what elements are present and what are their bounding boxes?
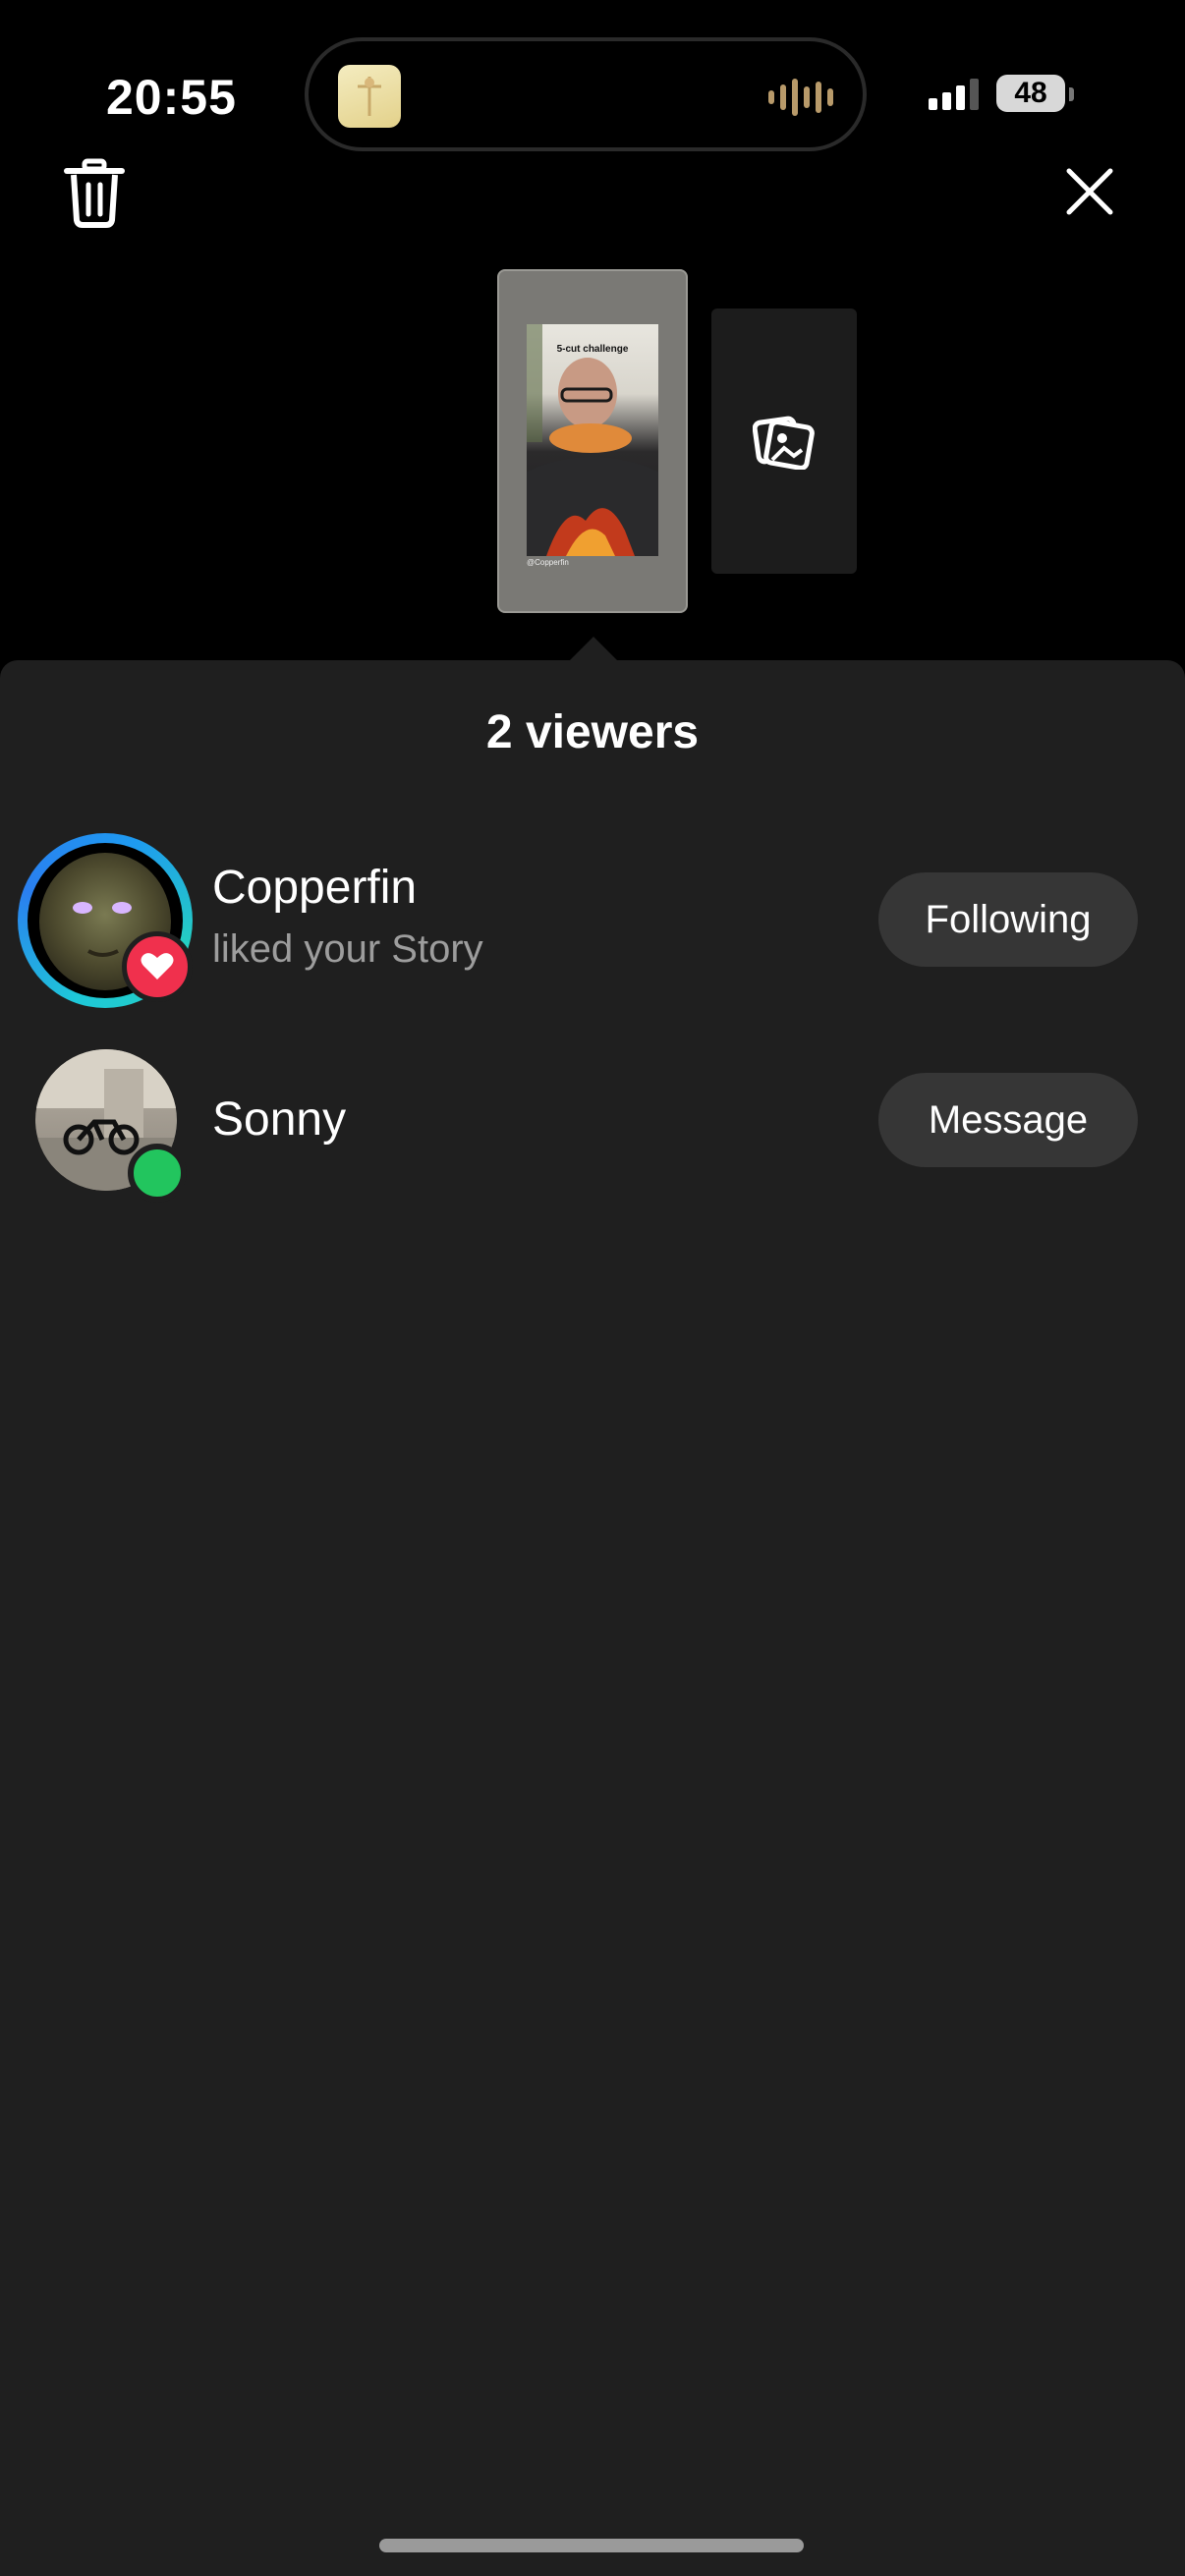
story-preview-image: 5-cut challenge: [527, 324, 658, 556]
trash-icon[interactable]: [63, 157, 126, 228]
battery-nub: [1069, 87, 1074, 101]
viewer-name[interactable]: Copperfin: [212, 861, 417, 915]
status-time: 20:55: [106, 70, 237, 125]
story-thumbnail-selected[interactable]: 5-cut challenge @Copperfin: [497, 269, 688, 613]
now-playing-artwork: [338, 65, 401, 128]
following-button[interactable]: Following: [878, 872, 1138, 967]
dynamic-island[interactable]: [305, 37, 867, 151]
viewers-count-title: 2 viewers: [485, 706, 700, 758]
story-handle: @Copperfin: [527, 558, 569, 567]
add-media-button[interactable]: [711, 308, 857, 574]
audio-waveform-icon: [768, 79, 833, 116]
online-status-indicator: [128, 1144, 187, 1203]
viewer-name[interactable]: Sonny: [212, 1092, 346, 1147]
battery-indicator: 48: [996, 75, 1065, 112]
cellular-signal-icon: [929, 79, 979, 110]
message-button[interactable]: Message: [878, 1073, 1138, 1167]
viewer-activity: liked your Story: [212, 927, 483, 971]
home-indicator[interactable]: [379, 2539, 804, 2552]
close-icon[interactable]: [1065, 167, 1114, 216]
photo-stack-icon: [753, 416, 815, 470]
heart-icon: [122, 931, 193, 1002]
sheet-pointer: [570, 637, 617, 660]
